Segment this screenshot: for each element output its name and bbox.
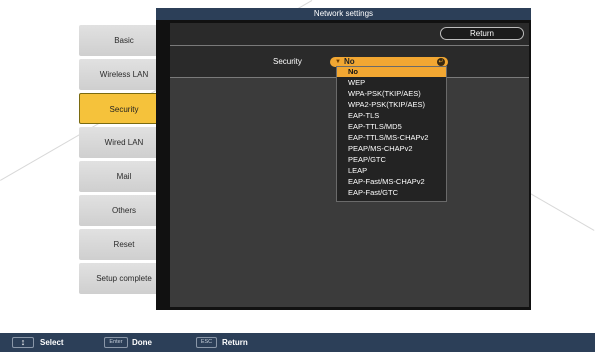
dropdown-option[interactable]: WPA2-PSK(TKIP/AES)	[337, 100, 446, 110]
dropdown-option[interactable]: No	[337, 67, 446, 77]
enter-circle-icon: ↵	[437, 58, 445, 66]
divider	[170, 45, 529, 46]
dropdown-option[interactable]: WEP	[337, 78, 446, 88]
done-hint-label: Done	[132, 338, 152, 347]
dropdown-option[interactable]: EAP-TLS	[337, 111, 446, 121]
enter-key-icon: Enter	[104, 337, 128, 348]
up-down-arrow-icon: ↕	[12, 337, 34, 348]
dropdown-option[interactable]: LEAP	[337, 166, 446, 176]
security-label: Security	[273, 57, 302, 66]
dropdown-option[interactable]: PEAP/GTC	[337, 155, 446, 165]
dropdown-option[interactable]: EAP-TTLS/MS-CHAPv2	[337, 133, 446, 143]
select-hint-label: Select	[40, 338, 64, 347]
esc-key-icon: ESC	[196, 337, 217, 348]
security-options-dropdown: No WEP WPA-PSK(TKIP/AES) WPA2-PSK(TKIP/A…	[336, 66, 447, 202]
bottom-help-bar: ↕ Select Enter Done ESC Return	[0, 333, 595, 352]
return-hint-label: Return	[222, 338, 248, 347]
dropdown-option[interactable]: EAP-TTLS/MD5	[337, 122, 446, 132]
return-button[interactable]: Return	[440, 27, 524, 40]
dropdown-option[interactable]: EAP-Fast/MS-CHAPv2	[337, 177, 446, 187]
dropdown-option[interactable]: EAP-Fast/GTC	[337, 188, 446, 198]
window-title: Network settings	[156, 8, 531, 20]
dropdown-option[interactable]: PEAP/MS-CHAPv2	[337, 144, 446, 154]
dropdown-option[interactable]: WPA-PSK(TKIP/AES)	[337, 89, 446, 99]
